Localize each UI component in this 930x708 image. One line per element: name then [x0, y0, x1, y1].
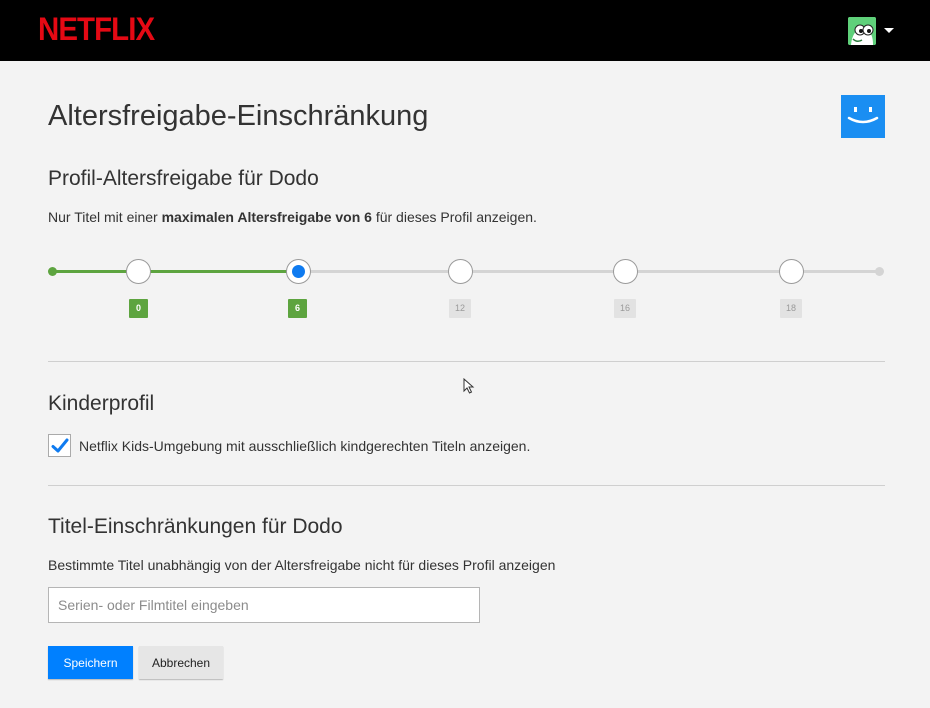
kids-section-title: Kinderprofil [48, 392, 155, 415]
netflix-logo[interactable]: NETFLIX [38, 13, 155, 45]
slider-knob-16[interactable] [613, 259, 638, 284]
kids-checkbox[interactable] [48, 434, 71, 457]
blue-smiley-profile-icon [841, 95, 885, 138]
title-search-input[interactable] [48, 587, 480, 623]
save-button[interactable]: Speichern [48, 646, 133, 679]
slider-knob-selected-indicator [292, 265, 305, 278]
slider-knob-0[interactable] [126, 259, 151, 284]
slider-track-fill [53, 270, 298, 273]
rating-tick-18[interactable]: 18 [780, 299, 802, 318]
maturity-section-title: Profil-Altersfreigabe für Dodo [48, 167, 319, 190]
maturity-desc-bold: maximalen Altersfreigabe von 6 [161, 209, 372, 225]
mouse-pointer-icon [463, 378, 475, 394]
slider-start-dot [48, 267, 57, 276]
title-restrictions-section-title: Titel-Einschränkungen für Dodo [48, 515, 343, 538]
section-divider [48, 485, 885, 486]
rating-tick-6[interactable]: 6 [288, 299, 307, 318]
caret-down-icon[interactable] [884, 28, 894, 33]
title-restrictions-description: Bestimmte Titel unabhängig von der Alter… [48, 557, 556, 573]
kids-checkbox-label[interactable]: Netflix Kids-Umgebung mit ausschließlich… [79, 438, 530, 454]
checkmark-icon [51, 438, 69, 453]
slider-knob-12[interactable] [448, 259, 473, 284]
rating-tick-12[interactable]: 12 [449, 299, 471, 318]
rating-tick-0[interactable]: 0 [129, 299, 148, 318]
cancel-button[interactable]: Abbrechen [139, 646, 223, 679]
maturity-slider[interactable]: 0 6 12 16 18 [48, 258, 888, 318]
maturity-desc-suffix: für dieses Profil anzeigen. [371, 209, 537, 225]
slider-end-dot [875, 267, 884, 276]
page-title: Altersfreigabe-Einschränkung [48, 100, 429, 132]
top-navigation-bar: NETFLIX [0, 0, 930, 61]
maturity-desc-prefix: Nur Titel mit einer [48, 209, 162, 225]
slider-knob-6[interactable] [286, 259, 311, 284]
green-character-avatar-icon[interactable] [848, 17, 876, 45]
section-divider [48, 361, 885, 362]
slider-knob-18[interactable] [779, 259, 804, 284]
maturity-description: Nur Titel mit einer maximalen Altersfrei… [48, 209, 537, 225]
rating-tick-16[interactable]: 16 [614, 299, 636, 318]
